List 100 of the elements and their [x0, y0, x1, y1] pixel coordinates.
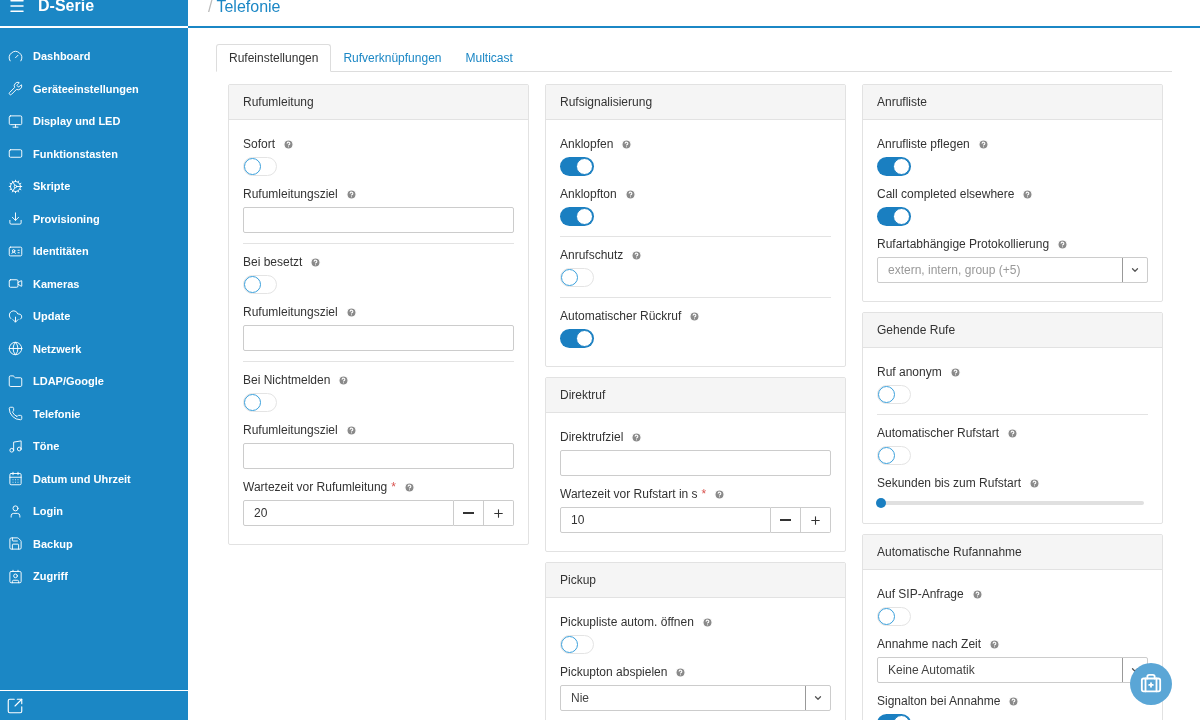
panel-title: Automatische Rufannahme [877, 544, 1022, 561]
tab[interactable]: Multicast [453, 44, 525, 72]
field-label: Sekunden bis zum Rufstart [877, 475, 1022, 492]
toggle-switch[interactable] [560, 635, 594, 654]
help-icon[interactable] [621, 138, 633, 150]
nav-icon [8, 438, 23, 454]
tab[interactable]: Rufeinstellungen [216, 44, 332, 72]
help-icon[interactable] [1008, 695, 1020, 707]
help-icon[interactable] [714, 488, 726, 500]
sidebar-item[interactable]: Kameras [0, 267, 188, 300]
nav-icon [8, 48, 23, 64]
toggle-switch[interactable] [243, 393, 277, 412]
sidebar-item[interactable]: Zugriff [0, 560, 188, 593]
help-icon[interactable] [310, 256, 322, 268]
sidebar-item[interactable]: Skripte [0, 170, 188, 203]
sidebar-item[interactable]: Töne [0, 430, 188, 463]
decrement-button[interactable] [454, 500, 484, 526]
panel-title: Anrufliste [877, 94, 928, 111]
nav-icon [8, 341, 23, 357]
help-icon[interactable] [971, 588, 983, 600]
help-icon[interactable] [1007, 427, 1019, 439]
help-icon[interactable] [689, 310, 701, 322]
help-icon[interactable] [624, 188, 636, 200]
toggle-switch[interactable] [560, 329, 594, 348]
help-icon[interactable] [338, 374, 350, 386]
sidebar-item[interactable]: Display und LED [0, 105, 188, 138]
toggle-switch[interactable] [877, 207, 911, 226]
minus-icon [463, 512, 474, 514]
field-label: Rufumleitungsziel [243, 186, 338, 203]
nav-icon [8, 536, 23, 552]
help-icon[interactable] [977, 138, 989, 150]
sidebar-item[interactable]: Datum und Uhrzeit [0, 462, 188, 495]
toggle-switch[interactable] [877, 446, 911, 465]
field-label: Pickupliste autom. öffnen [560, 614, 694, 631]
decrement-button[interactable] [771, 507, 801, 533]
toggle-switch[interactable] [560, 157, 594, 176]
sidebar-item[interactable]: Netzwerk [0, 332, 188, 365]
caret-icon [1130, 265, 1140, 275]
help-icon[interactable] [675, 666, 687, 678]
text-field[interactable] [243, 325, 514, 351]
sidebar-item[interactable]: Backup [0, 527, 188, 560]
sidebar-item[interactable]: Update [0, 300, 188, 333]
toggle-switch[interactable] [560, 268, 594, 287]
field-label: Call completed elsewhere [877, 186, 1015, 203]
toggle-switch[interactable] [243, 275, 277, 294]
sidebar-item[interactable]: Identitäten [0, 235, 188, 268]
help-icon[interactable] [345, 188, 357, 200]
help-icon[interactable] [283, 138, 294, 150]
text-field[interactable] [243, 443, 514, 469]
number-field[interactable]: 20 [243, 500, 454, 526]
select-field[interactable]: extern, intern, group (+5) [877, 257, 1148, 283]
nav-icon [8, 81, 23, 97]
help-kit-button[interactable] [1130, 663, 1172, 705]
toggle-switch[interactable] [877, 385, 911, 404]
sidebar-item[interactable]: Dashboard [0, 40, 188, 73]
help-icon[interactable] [989, 638, 1001, 650]
field-label: Sofort [243, 136, 275, 153]
slider-thumb[interactable] [876, 498, 886, 508]
panel-title: Rufumleitung [243, 94, 314, 111]
page-title: Telefonie [216, 0, 281, 14]
tab[interactable]: Rufverknüpfungen [331, 44, 454, 72]
increment-button[interactable] [484, 500, 514, 526]
help-icon[interactable] [345, 306, 357, 318]
menu-icon[interactable] [8, 0, 26, 15]
panel-title: Gehende Rufe [877, 322, 956, 339]
sidebar-item[interactable]: Login [0, 495, 188, 528]
sidebar-item[interactable]: Provisioning [0, 202, 188, 235]
required-mark: * [701, 486, 707, 503]
sidebar-item[interactable]: Geräteeinstellungen [0, 72, 188, 105]
number-field[interactable]: 10 [560, 507, 771, 533]
toggle-switch[interactable] [560, 207, 594, 226]
help-icon[interactable] [403, 481, 415, 493]
toggle-switch[interactable] [877, 157, 911, 176]
field-label: Ruf anonym [877, 364, 942, 381]
field-label: Automatischer Rufstart [877, 425, 1000, 442]
help-icon[interactable] [1029, 477, 1041, 489]
nav-icon [8, 308, 23, 324]
select-field[interactable]: Nie [560, 685, 831, 711]
sidebar-item[interactable]: Funktionstasten [0, 137, 188, 170]
external-link-icon[interactable] [6, 696, 24, 715]
help-icon[interactable] [1022, 188, 1034, 200]
text-field[interactable] [560, 450, 831, 476]
sidebar-item[interactable]: Telefonie [0, 397, 188, 430]
text-field[interactable] [243, 207, 514, 233]
plus-icon [809, 513, 822, 527]
nav-icon [8, 178, 23, 194]
nav-icon [8, 211, 23, 227]
nav-icon [8, 373, 23, 389]
help-icon[interactable] [631, 249, 643, 261]
increment-button[interactable] [801, 507, 831, 533]
help-icon[interactable] [949, 366, 961, 378]
help-icon[interactable] [701, 616, 713, 628]
field-label: Anrufliste pflegen [877, 136, 970, 153]
toggle-switch[interactable] [877, 607, 911, 626]
help-icon[interactable] [631, 431, 643, 443]
sidebar-item[interactable]: LDAP/Google [0, 365, 188, 398]
help-icon[interactable] [345, 424, 357, 436]
help-icon[interactable] [1057, 238, 1069, 250]
panel-title: Rufsignalisierung [560, 94, 653, 111]
toggle-switch[interactable] [243, 157, 277, 176]
